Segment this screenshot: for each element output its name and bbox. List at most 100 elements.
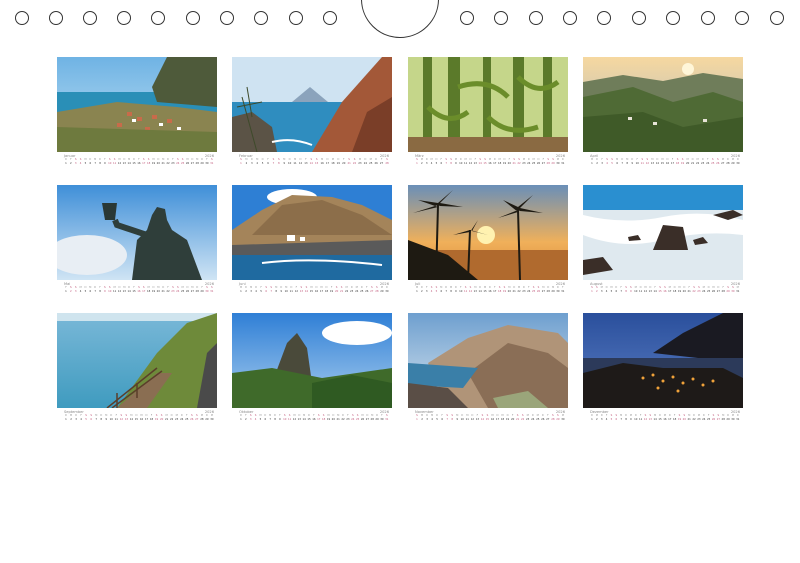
day-number: 6 (267, 161, 269, 165)
day-cell: F4 (605, 414, 609, 422)
day-number: 16 (139, 417, 144, 421)
day-cell: S 11 (464, 286, 468, 294)
day-number: 14 (129, 417, 134, 421)
day-number: 10 (459, 161, 463, 165)
month-calendar-strip: April 2026 M 1 D 2 F 3 S 4 S 5 M 6 D 7 M 8 D 9 F 10 S 11 S 12 M 13 D… (590, 154, 740, 166)
day-cell: D5 (261, 158, 265, 166)
day-number: 4 (255, 289, 257, 293)
day-number: 15 (483, 161, 487, 165)
day-number: 14 (653, 289, 657, 293)
day-cell: S 20 (335, 286, 339, 294)
day-cell: M7 (619, 414, 623, 422)
day-cell: D 13 (297, 414, 301, 422)
day-cell: M 25 (536, 414, 540, 422)
day-cell: D5 (435, 414, 439, 422)
day-number: 8 (451, 417, 454, 421)
day-number: 24 (180, 417, 184, 421)
day-cell: S 22 (353, 158, 357, 166)
day-cell: S 10 (283, 414, 287, 422)
day-cell: D 27 (190, 158, 194, 166)
day-cell: M7 (268, 414, 272, 422)
day-number: 22 (345, 289, 349, 293)
day-cell: M7 (93, 158, 97, 166)
day-cell: M 15 (660, 158, 664, 166)
day-number: 1 (240, 161, 242, 165)
day-cell: F6 (439, 158, 443, 166)
day-cell: D6 (88, 158, 92, 166)
day-number: 23 (526, 417, 530, 421)
day-number: 25 (531, 289, 536, 293)
day-number: 15 (132, 289, 136, 293)
day-cell: S 21 (347, 158, 351, 166)
day-cell: M 12 (117, 158, 121, 166)
day-number: 27 (721, 161, 725, 165)
day-cell: S 10 (108, 286, 112, 294)
month-photo (583, 57, 743, 152)
day-row: D 1 F 2 S 3 S 4 M 5 D 6 M 7 D 8 F 9 S 10 S 11 M 12 D 13 M 14 D 15 F 16 S… (64, 158, 214, 166)
day-number: 7 (446, 417, 449, 421)
day-number: 17 (319, 289, 324, 293)
day-cell: S 14 (304, 286, 308, 294)
day-cell: S 24 (176, 286, 180, 294)
day-number: 26 (711, 417, 716, 421)
day-cell: D 30 (736, 158, 740, 166)
day-cell: F 13 (473, 158, 477, 166)
day-cell: S7 (445, 414, 449, 422)
month-calendar-strip: Februar 2026 S 1 M 2 D 3 M 4 D 5 F 6 S 7 S 8 M 9 D 10 M 11 D 12 F 1… (239, 154, 389, 166)
day-number: 15 (134, 417, 139, 421)
day-number: 12 (294, 289, 298, 293)
day-cell: S3 (74, 286, 78, 294)
day-number: 10 (109, 417, 113, 421)
day-number: 28 (551, 417, 555, 421)
day-number: 21 (339, 289, 344, 293)
day-cell: D9 (454, 286, 458, 294)
day-cell: M 13 (473, 286, 477, 294)
day-number: 29 (200, 289, 204, 293)
day-cell: D 11 (639, 286, 643, 294)
day-cell: M 16 (320, 158, 324, 166)
day-number: 5 (261, 161, 264, 165)
day-number: 12 (643, 289, 648, 293)
day-cell: S6 (614, 414, 618, 422)
day-cell: S7 (269, 286, 273, 294)
day-cell: S 28 (375, 286, 379, 294)
day-number: 16 (490, 417, 495, 421)
day-number: 23 (171, 161, 175, 165)
day-number: 1 (240, 289, 242, 293)
day-number: 29 (380, 289, 384, 293)
day-cell: M 19 (326, 414, 330, 422)
day-cell: S 11 (113, 158, 117, 166)
day-cell: D 20 (156, 158, 160, 166)
day-number: 24 (355, 289, 359, 293)
day-cell: S6 (264, 286, 268, 294)
day-cell: D 12 (117, 286, 121, 294)
day-number: 8 (625, 289, 627, 293)
day-number: 11 (463, 289, 468, 293)
day-number: 11 (638, 289, 643, 293)
day-cell: M 13 (122, 286, 126, 294)
day-cell: S4 (605, 158, 609, 166)
day-cell: S 22 (517, 158, 521, 166)
day-cell: M 28 (200, 414, 204, 422)
day-cell: S 17 (142, 158, 146, 166)
day-number: 25 (360, 289, 364, 293)
day-number: 2 (421, 417, 423, 421)
day-number: 24 (531, 417, 535, 421)
day-cell: S 27 (716, 414, 720, 422)
day-number: 21 (161, 161, 165, 165)
day-cell: S 23 (697, 286, 701, 294)
day-number: 7 (94, 161, 96, 165)
day-number: 25 (711, 161, 715, 165)
day-cell: D 24 (527, 158, 531, 166)
day-cell: M 21 (687, 414, 691, 422)
binding-hole (529, 11, 543, 25)
day-number: 13 (304, 161, 308, 165)
day-number: 18 (675, 161, 680, 165)
day-number: 11 (287, 417, 292, 421)
day-cell: S7 (271, 158, 275, 166)
day-number: 7 (620, 289, 622, 293)
day-cell: D8 (624, 414, 628, 422)
day-cell: F 23 (171, 158, 175, 166)
day-cell: M 22 (345, 286, 349, 294)
day-number: 30 (731, 417, 735, 421)
